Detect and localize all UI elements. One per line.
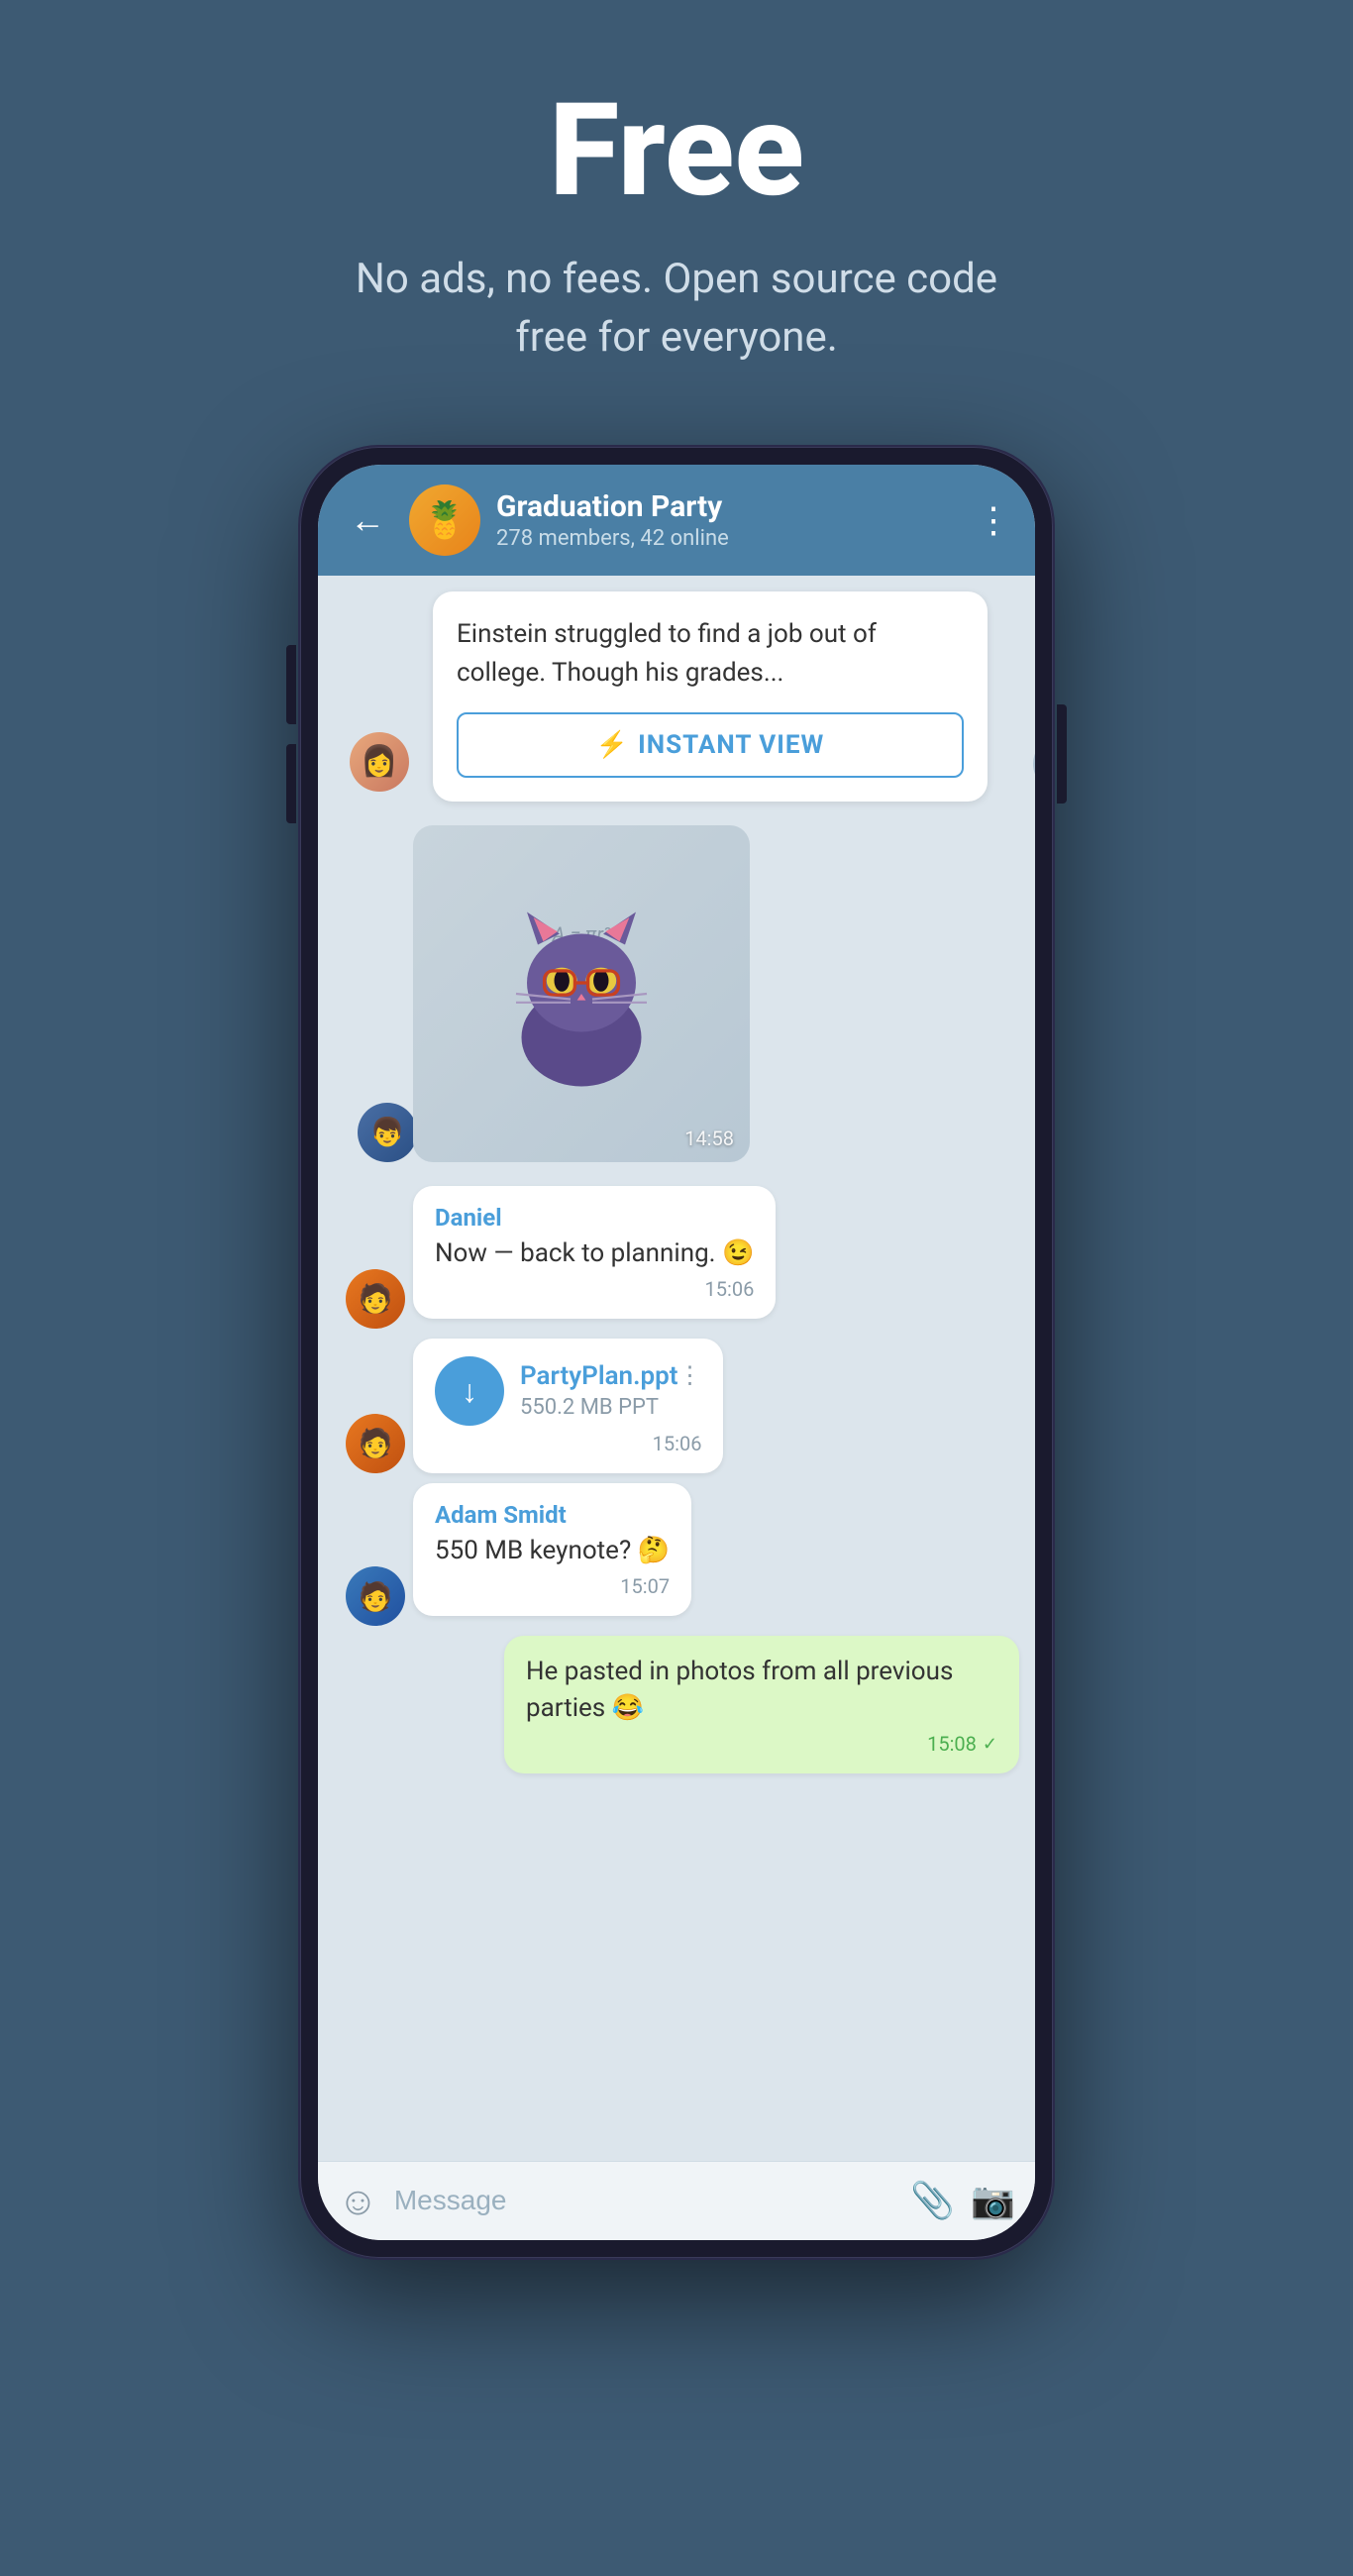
article-message: Einstein struggled to find a job out of …: [433, 591, 988, 802]
file-message-time: 15:06: [653, 1432, 702, 1455]
group-name: Graduation Party: [496, 489, 960, 524]
avatar-boy: 👦: [358, 1103, 417, 1162]
avatar-orange-file: 🧑: [346, 1414, 405, 1473]
own-message: He pasted in photos from all previous pa…: [504, 1636, 1019, 1773]
adam-message: Adam Smidt 550 MB keynote? 🤔 15:07: [413, 1483, 691, 1616]
file-message-meta: 15:06: [435, 1432, 701, 1455]
file-message[interactable]: ↓ PartyPlan.ppt ⋮ 550.2 MB PPT: [413, 1339, 723, 1473]
attach-button[interactable]: 📎: [910, 2180, 955, 2221]
group-info: Graduation Party 278 members, 42 online: [496, 489, 960, 551]
read-receipt-icon: ✓: [983, 1734, 997, 1755]
phone-screen: ← 🍍 Graduation Party 278 members, 42 onl…: [318, 465, 1035, 2240]
download-icon: ↓: [462, 1372, 477, 1410]
file-menu-icon[interactable]: ⋮: [677, 1361, 701, 1389]
daniel-message-text: Now — back to planning. 😉: [435, 1235, 754, 1271]
group-members: 278 members, 42 online: [496, 526, 960, 551]
file-size: 550.2 MB PPT: [520, 1395, 701, 1420]
sticker-time: 14:58: [684, 1127, 734, 1150]
sticker-container: A = πr² V = l³ s = √(r²+h²) A = πr² + πr…: [413, 825, 750, 1162]
file-message-row: 🧑 ↓ PartyPlan.ppt ⋮: [334, 1339, 1019, 1473]
avatar-orange-man: 🧑: [346, 1269, 405, 1329]
instant-view-label: INSTANT VIEW: [638, 730, 824, 760]
group-avatar: 🍍: [409, 484, 480, 556]
adam-message-row: 🧑 Adam Smidt 550 MB keynote? 🤔 15:07: [334, 1483, 1019, 1626]
own-message-time: 15:08: [927, 1732, 977, 1756]
back-button[interactable]: ←: [342, 495, 393, 545]
group-avatar-emoji: 🍍: [423, 499, 468, 541]
daniel-message-time: 15:06: [705, 1277, 755, 1301]
article-message-container: 👩 Einstein struggled to find a job out o…: [334, 591, 1019, 802]
sticker-message-container: 👦 A = πr² V = l³ s = √(r²+h²) A = πr² + …: [334, 825, 1019, 1162]
own-message-meta: 15:08 ✓: [526, 1732, 997, 1756]
daniel-message-meta: 15:06: [435, 1277, 754, 1301]
message-input[interactable]: [394, 2185, 895, 2216]
forward-button[interactable]: ↪: [1033, 736, 1035, 792]
adam-message-text: 550 MB keynote? 🤔: [435, 1533, 670, 1568]
avatar-blue-cap: 🧑: [346, 1566, 405, 1626]
file-download-button[interactable]: ↓: [435, 1356, 504, 1426]
own-message-row: He pasted in photos from all previous pa…: [334, 1636, 1019, 1783]
file-avatar: 🧑: [346, 1414, 405, 1473]
daniel-message: Daniel Now — back to planning. 😉 15:06: [413, 1186, 776, 1319]
instant-view-icon: ⚡: [596, 730, 628, 760]
own-message-text: He pasted in photos from all previous pa…: [526, 1654, 997, 1726]
file-content: ↓ PartyPlan.ppt ⋮ 550.2 MB PPT: [435, 1356, 701, 1426]
chat-header: ← 🍍 Graduation Party 278 members, 42 onl…: [318, 465, 1035, 576]
instant-view-button[interactable]: ⚡ INSTANT VIEW: [457, 712, 964, 778]
file-info: PartyPlan.ppt ⋮ 550.2 MB PPT: [520, 1361, 701, 1420]
adam-message-meta: 15:07: [435, 1574, 670, 1598]
chat-body: 👩 Einstein struggled to find a job out o…: [318, 576, 1035, 2161]
adam-sender-name: Adam Smidt: [435, 1501, 670, 1529]
emoji-button[interactable]: ☺: [338, 2178, 378, 2224]
adam-avatar: 🧑: [346, 1566, 405, 1626]
cat-sticker-svg: [472, 885, 690, 1103]
file-name: PartyPlan.ppt: [520, 1361, 677, 1391]
hero-subtitle: No ads, no fees. Open source code free f…: [330, 251, 1023, 368]
phone-mockup: ← 🍍 Graduation Party 278 members, 42 onl…: [300, 447, 1053, 2258]
camera-button[interactable]: 📷: [971, 2180, 1015, 2221]
file-name-row: PartyPlan.ppt ⋮: [520, 1361, 701, 1391]
user-avatar-girl: 👩: [350, 732, 409, 792]
hero-title: Free: [40, 79, 1313, 221]
daniel-sender-name: Daniel: [435, 1204, 754, 1232]
daniel-message-row: 🧑 Daniel Now — back to planning. 😉 15:06: [334, 1186, 1019, 1329]
article-text: Einstein struggled to find a job out of …: [457, 615, 964, 693]
phone-outer: ← 🍍 Graduation Party 278 members, 42 onl…: [300, 447, 1053, 2258]
daniel-avatar: 🧑: [346, 1269, 405, 1329]
hero-section: Free No ads, no fees. Open source code f…: [0, 0, 1353, 427]
chat-input-bar: ☺ 📎 📷: [318, 2161, 1035, 2240]
header-menu-button[interactable]: ⋮: [976, 499, 1011, 541]
adam-message-time: 15:07: [620, 1574, 670, 1598]
